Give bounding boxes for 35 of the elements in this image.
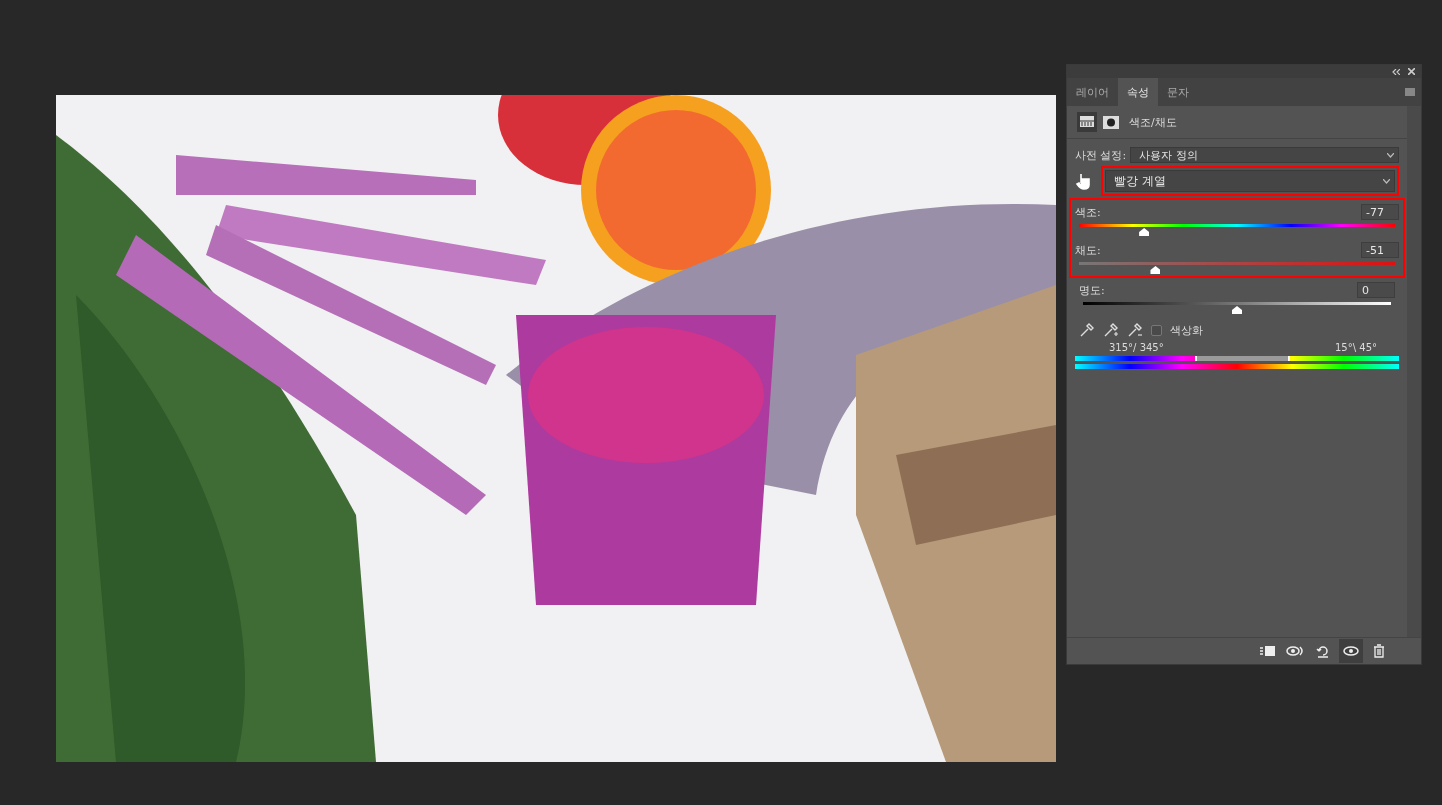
close-icon[interactable] <box>1408 68 1415 75</box>
value-field[interactable]: -77 <box>1361 204 1399 220</box>
trash-icon <box>1373 644 1385 658</box>
scrollbar[interactable] <box>1407 106 1421 637</box>
toolbar-button[interactable] <box>1339 639 1363 663</box>
colorize-label: 색상화 <box>1170 322 1203 338</box>
preset-label: 사전 설정: <box>1075 147 1127 163</box>
colorize-checkbox[interactable] <box>1151 324 1162 336</box>
chevron-icon <box>1387 152 1394 158</box>
eye-icon <box>1343 646 1359 656</box>
hand-pointer-icon[interactable] <box>1075 172 1091 190</box>
preset-dropdown[interactable]: 사용자 정의 <box>1130 147 1399 163</box>
adjustment-title: 색조/채도 <box>1129 114 1177 130</box>
collapse-icon[interactable] <box>1392 68 1400 75</box>
clip-to-layer-icon <box>1259 645 1275 657</box>
slider-label: 명도: <box>1079 282 1105 298</box>
value-field[interactable]: 0 <box>1357 282 1395 298</box>
panel-tab[interactable]: 속성 <box>1118 78 1158 106</box>
range-right-label: 15°\ 45° <box>1335 342 1377 353</box>
slider-label: 색조: <box>1075 204 1101 220</box>
slider-thumb[interactable] <box>1232 306 1242 314</box>
range-left-label: 315°/ 345° <box>1109 342 1164 353</box>
slider-thumb[interactable] <box>1139 228 1150 236</box>
panel-tab[interactable]: 문자 <box>1158 78 1198 106</box>
slider-thumb[interactable] <box>1150 266 1161 274</box>
layer-mask-icon[interactable] <box>1103 115 1119 129</box>
slider-label: 채도: <box>1075 242 1101 258</box>
chevron-icon <box>1383 178 1390 184</box>
eye-arrow-icon <box>1286 645 1304 657</box>
reset-icon <box>1316 644 1330 658</box>
channel-dropdown[interactable]: 빨강 계열 <box>1105 170 1395 192</box>
adjustment-layer-icon[interactable] <box>1077 112 1097 132</box>
hue-range-bar[interactable] <box>1075 356 1399 361</box>
value-field[interactable]: -51 <box>1361 242 1399 258</box>
panel-tab[interactable]: 레이어 <box>1067 78 1118 106</box>
